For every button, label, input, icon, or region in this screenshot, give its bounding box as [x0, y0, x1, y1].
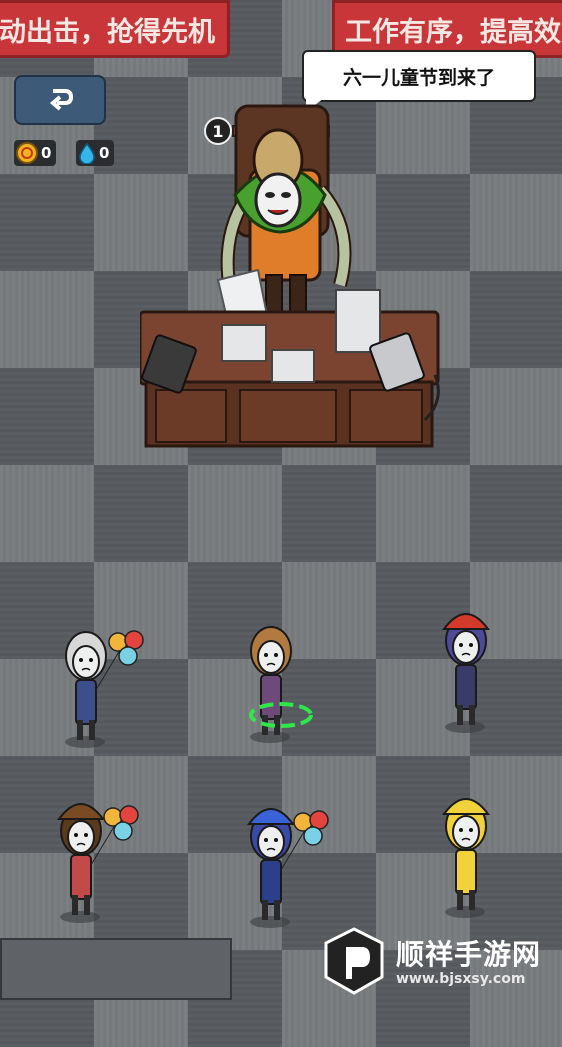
floor-tile: [470, 368, 562, 465]
floor-tile: [376, 465, 470, 562]
paper-stack: [335, 289, 381, 353]
boss-at-desk[interactable]: [140, 100, 440, 450]
coin-counter: 0: [14, 140, 57, 166]
floor-tile: [470, 465, 562, 562]
watermark-url: www.bjsxsy.com: [396, 971, 526, 987]
water-drop-icon: [79, 142, 95, 164]
girl-with-poop-hat[interactable]: [35, 795, 145, 925]
water-counter: 0: [76, 140, 115, 166]
speech-text: 六一儿童节到来了: [342, 66, 495, 89]
top-right-banner-text: 工作有序，提高效: [345, 16, 561, 48]
bald-man-with-balloons[interactable]: [40, 620, 150, 750]
floor-tile: [0, 465, 94, 562]
floor-tile: [470, 271, 562, 368]
top-left-banner: 动出击，抢得先机: [0, 0, 230, 58]
floor-tile: [0, 271, 94, 368]
floor-tile: [0, 368, 94, 465]
watermark-logo-icon: [324, 927, 384, 995]
floor-tile: [94, 465, 188, 562]
paper-stack: [271, 349, 315, 383]
kid-in-superhero-mask[interactable]: [225, 800, 335, 930]
watermark-title: 顺祥手游网: [396, 938, 542, 971]
kid-in-duck-costume[interactable]: [420, 790, 530, 920]
boss-face: [254, 172, 302, 228]
floor-tile: [0, 174, 94, 271]
paper-stack: [221, 324, 267, 362]
coin-icon: [16, 142, 38, 164]
floor-tile: [282, 465, 376, 562]
watermark: 顺祥手游网 www.bjsxsy.com: [322, 925, 562, 1000]
coin-count: 0: [41, 144, 52, 162]
return-arrow-icon: [49, 89, 74, 111]
back-button[interactable]: [14, 75, 106, 125]
floor-tile: [188, 465, 282, 562]
floor-tile: [470, 174, 562, 271]
bottom-panel: [0, 938, 232, 1000]
girl-with-firefighter-helmet[interactable]: [420, 605, 530, 735]
selection-ring: [249, 702, 313, 728]
water-count: 0: [99, 144, 110, 162]
speech-bubble: 六一儿童节到来了: [302, 50, 536, 102]
top-left-banner-text: 动出击，抢得先机: [0, 16, 215, 48]
